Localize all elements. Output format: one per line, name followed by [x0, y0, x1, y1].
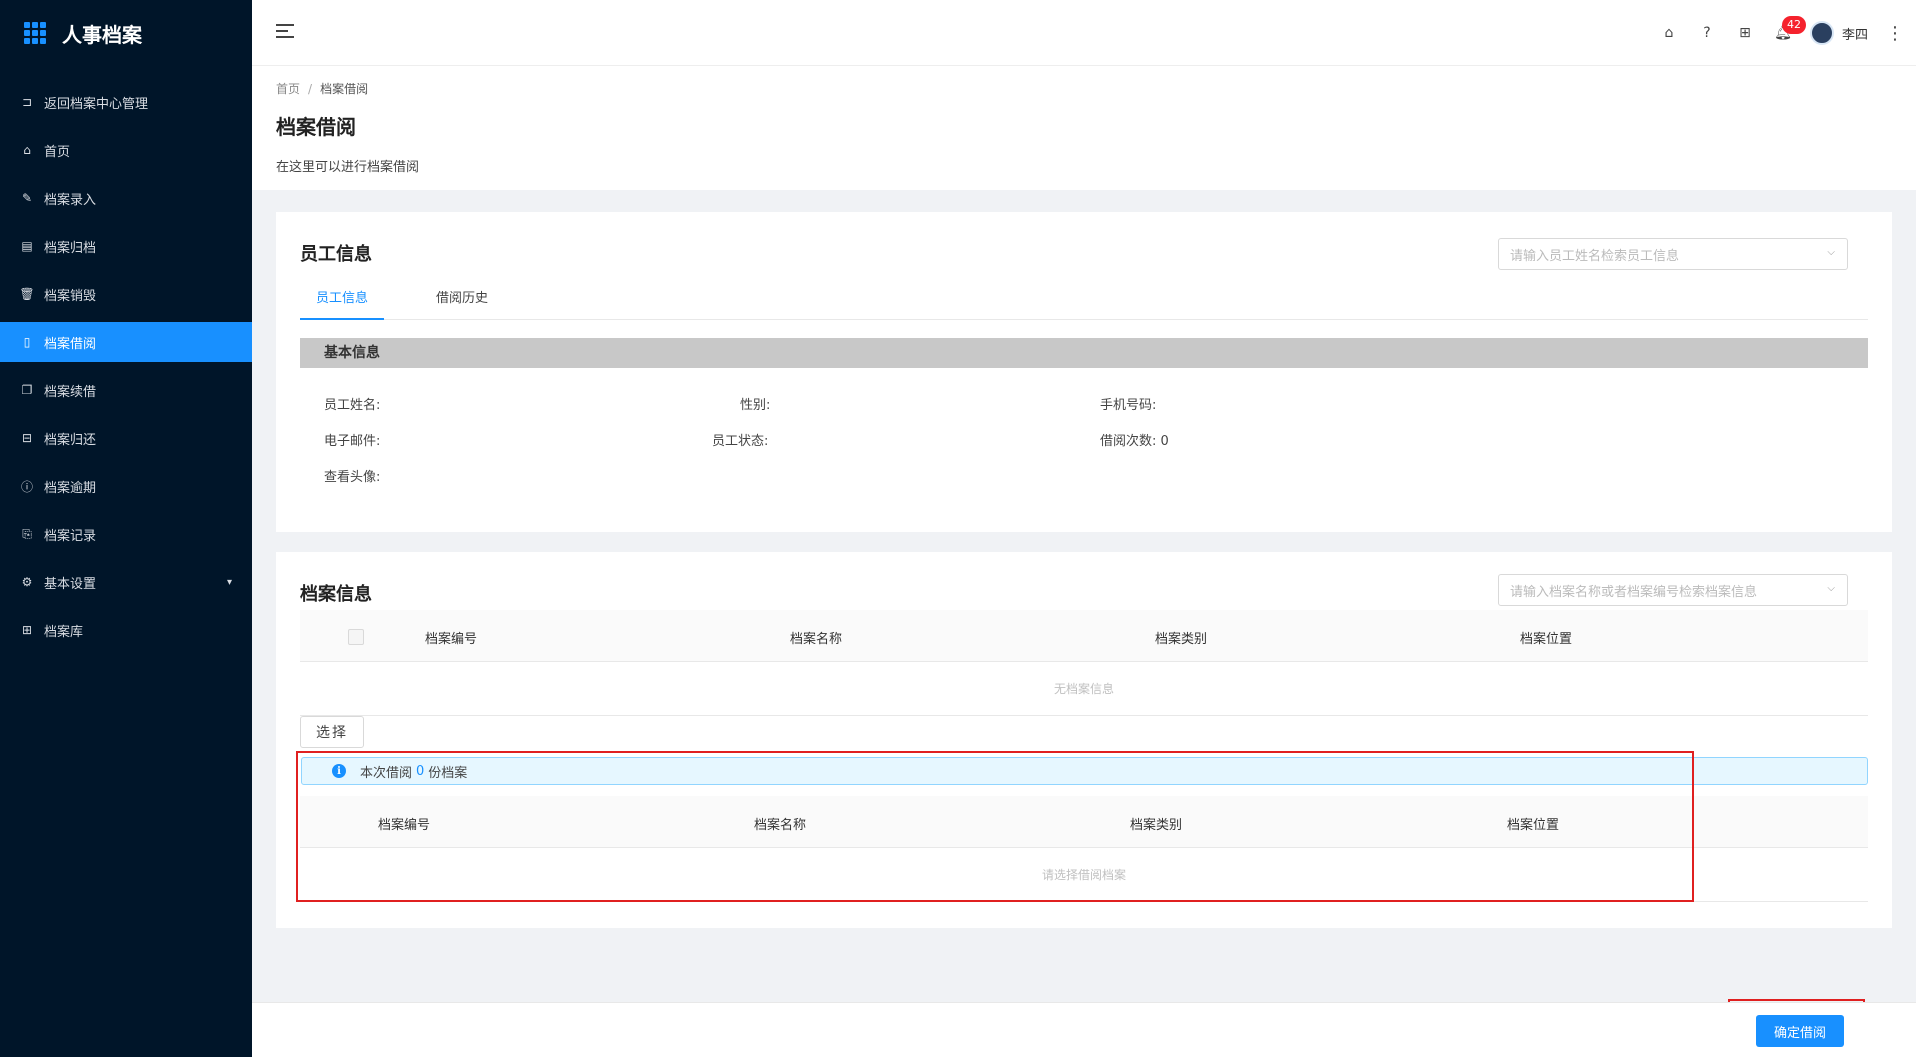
- notification-badge: 42: [1781, 16, 1806, 34]
- breadcrumb-current: 档案借阅: [320, 82, 369, 96]
- chevron-down-icon: ▾: [226, 576, 232, 588]
- sidebar-item-label: 返回档案中心管理: [44, 96, 149, 112]
- archive-search-placeholder: 请输入档案名称或者档案编号检索档案信息: [1510, 584, 1758, 600]
- archive-card-title: 档案信息: [300, 584, 372, 605]
- sidebar-item-label: 基本设置: [44, 576, 97, 592]
- field-borrow-count: 借阅次数: 0: [1100, 434, 1169, 449]
- exit-icon: ⊐: [21, 95, 33, 109]
- archive-icon: ▤: [21, 239, 33, 253]
- menu-collapse-icon[interactable]: [276, 24, 294, 40]
- field-phone: 手机号码:: [1100, 398, 1157, 413]
- apps-grid-icon: [24, 22, 46, 44]
- file-icon: ▯: [23, 335, 31, 349]
- sidebar-item-filing[interactable]: ▤ 档案归档: [0, 226, 252, 266]
- home-icon[interactable]: ⌂: [1650, 14, 1688, 52]
- select-button[interactable]: 选择: [300, 716, 364, 748]
- record-icon: ⎘: [22, 526, 32, 541]
- sidebar-menu: ⊐ 返回档案中心管理 ⌂ 首页 ✎ 档案录入 ▤ 档案归档 🗑 档案销毁 ▯ 档…: [0, 82, 252, 650]
- sidebar-item-renew[interactable]: ❐ 档案续借: [0, 370, 252, 410]
- sidebar-item-overdue[interactable]: ⓘ 档案逾期: [0, 466, 252, 506]
- sidebar-item-label: 档案归还: [44, 432, 97, 448]
- bell-icon[interactable]: 🔔︎ 42: [1764, 14, 1806, 52]
- select-all-checkbox[interactable]: [348, 629, 364, 645]
- top-header: ⌂ ? ⊞ 🔔︎ 42 李四 ⋮: [252, 0, 1916, 66]
- sidebar-item-label: 档案归档: [44, 240, 97, 256]
- more-vertical-icon[interactable]: ⋮: [1886, 23, 1904, 44]
- sidebar-item-label: 档案销毁: [44, 288, 97, 304]
- confirm-borrow-button[interactable]: 确定借阅: [1756, 1015, 1844, 1047]
- employee-info-card: 员工信息 请输入员工姓名检索员工信息 ⌵ 员工信息 借阅历史 基本信息 员工姓名…: [276, 212, 1892, 532]
- column-header: 档案类别: [1155, 632, 1208, 647]
- employee-tabs: 员工信息 借阅历史: [300, 284, 1868, 320]
- highlight-selected-archives: [296, 751, 1694, 902]
- archive-search-select[interactable]: 请输入档案名称或者档案编号检索档案信息 ⌵: [1498, 574, 1848, 606]
- column-header: 档案编号: [425, 632, 478, 647]
- edit-icon: ✎: [21, 191, 33, 205]
- sidebar-item-return[interactable]: ⊟ 档案归还: [0, 418, 252, 458]
- employee-search-select[interactable]: 请输入员工姓名检索员工信息 ⌵: [1498, 238, 1848, 270]
- trash-icon: 🗑: [19, 287, 35, 301]
- gear-icon: ⚙: [21, 575, 33, 589]
- employee-search-placeholder: 请输入员工姓名检索员工信息: [1510, 248, 1680, 264]
- user-menu[interactable]: 李四 ⋮: [1809, 21, 1904, 45]
- sidebar-item-library[interactable]: ⊞ 档案库: [0, 610, 252, 650]
- breadcrumb-home[interactable]: 首页: [276, 82, 300, 96]
- tab-employee-info[interactable]: 员工信息: [300, 284, 385, 320]
- sidebar-item-entry[interactable]: ✎ 档案录入: [0, 178, 252, 218]
- chevron-down-icon: ⌵: [1827, 247, 1835, 258]
- header-actions: ⌂ ? ⊞ 🔔︎ 42 李四 ⋮: [1650, 0, 1904, 66]
- sidebar-item-label: 档案记录: [44, 528, 97, 544]
- sidebar-item-records[interactable]: ⎘ 档案记录: [0, 514, 252, 554]
- page-header: 首页 / 档案借阅 档案借阅 在这里可以进行档案借阅: [252, 66, 1916, 190]
- field-employee-name: 员工姓名:: [324, 398, 381, 413]
- help-icon[interactable]: ?: [1688, 14, 1726, 52]
- avatar: [1809, 21, 1834, 45]
- apps-icon[interactable]: ⊞: [1726, 14, 1764, 52]
- sidebar-item-settings[interactable]: ⚙ 基本设置 ▾: [0, 562, 252, 602]
- copy-icon: ❐: [21, 383, 33, 397]
- sidebar-item-home[interactable]: ⌂ 首页: [0, 130, 252, 170]
- employee-card-title: 员工信息: [300, 244, 372, 265]
- sidebar-item-borrow[interactable]: ▯ 档案借阅: [0, 322, 252, 362]
- sidebar-item-label: 档案逾期: [44, 480, 97, 496]
- footer-bar: 确定借阅: [252, 1002, 1916, 1057]
- sidebar-item-label: 档案借阅: [44, 336, 97, 352]
- page-title: 档案借阅: [276, 115, 356, 139]
- tab-borrow-history[interactable]: 借阅历史: [436, 284, 488, 320]
- sidebar-item-destroy[interactable]: 🗑 档案销毁: [0, 274, 252, 314]
- section-basic-info: 基本信息: [300, 338, 1868, 368]
- field-avatar[interactable]: 查看头像:: [324, 466, 380, 485]
- home-icon: ⌂: [23, 143, 31, 157]
- archive-table-empty: 无档案信息: [300, 662, 1868, 716]
- column-header: 档案位置: [1520, 632, 1573, 647]
- archive-table-header: 档案编号 档案名称 档案类别 档案位置: [300, 610, 1868, 662]
- sidebar: 人事档案 ⊐ 返回档案中心管理 ⌂ 首页 ✎ 档案录入 ▤ 档案归档 🗑 档案销…: [0, 0, 252, 1057]
- logo[interactable]: 人事档案: [0, 0, 252, 66]
- app-title: 人事档案: [62, 22, 142, 47]
- return-icon: ⊟: [21, 431, 33, 445]
- column-header: 档案名称: [790, 632, 843, 647]
- sidebar-item-label: 档案录入: [44, 192, 97, 208]
- field-gender: 性别:: [740, 398, 771, 413]
- sidebar-item-label: 档案续借: [44, 384, 97, 400]
- chevron-down-icon: ⌵: [1827, 583, 1835, 594]
- field-status: 员工状态:: [712, 434, 769, 449]
- sidebar-item-label: 首页: [44, 144, 71, 160]
- breadcrumb: 首页 / 档案借阅: [276, 82, 369, 96]
- warning-icon: ⓘ: [20, 479, 33, 494]
- grid-icon: ⊞: [21, 623, 33, 637]
- field-email: 电子邮件:: [324, 434, 381, 449]
- page-description: 在这里可以进行档案借阅: [276, 160, 420, 175]
- sidebar-item-return-center[interactable]: ⊐ 返回档案中心管理: [0, 82, 252, 122]
- sidebar-item-label: 档案库: [44, 624, 84, 640]
- user-name: 李四: [1841, 27, 1868, 43]
